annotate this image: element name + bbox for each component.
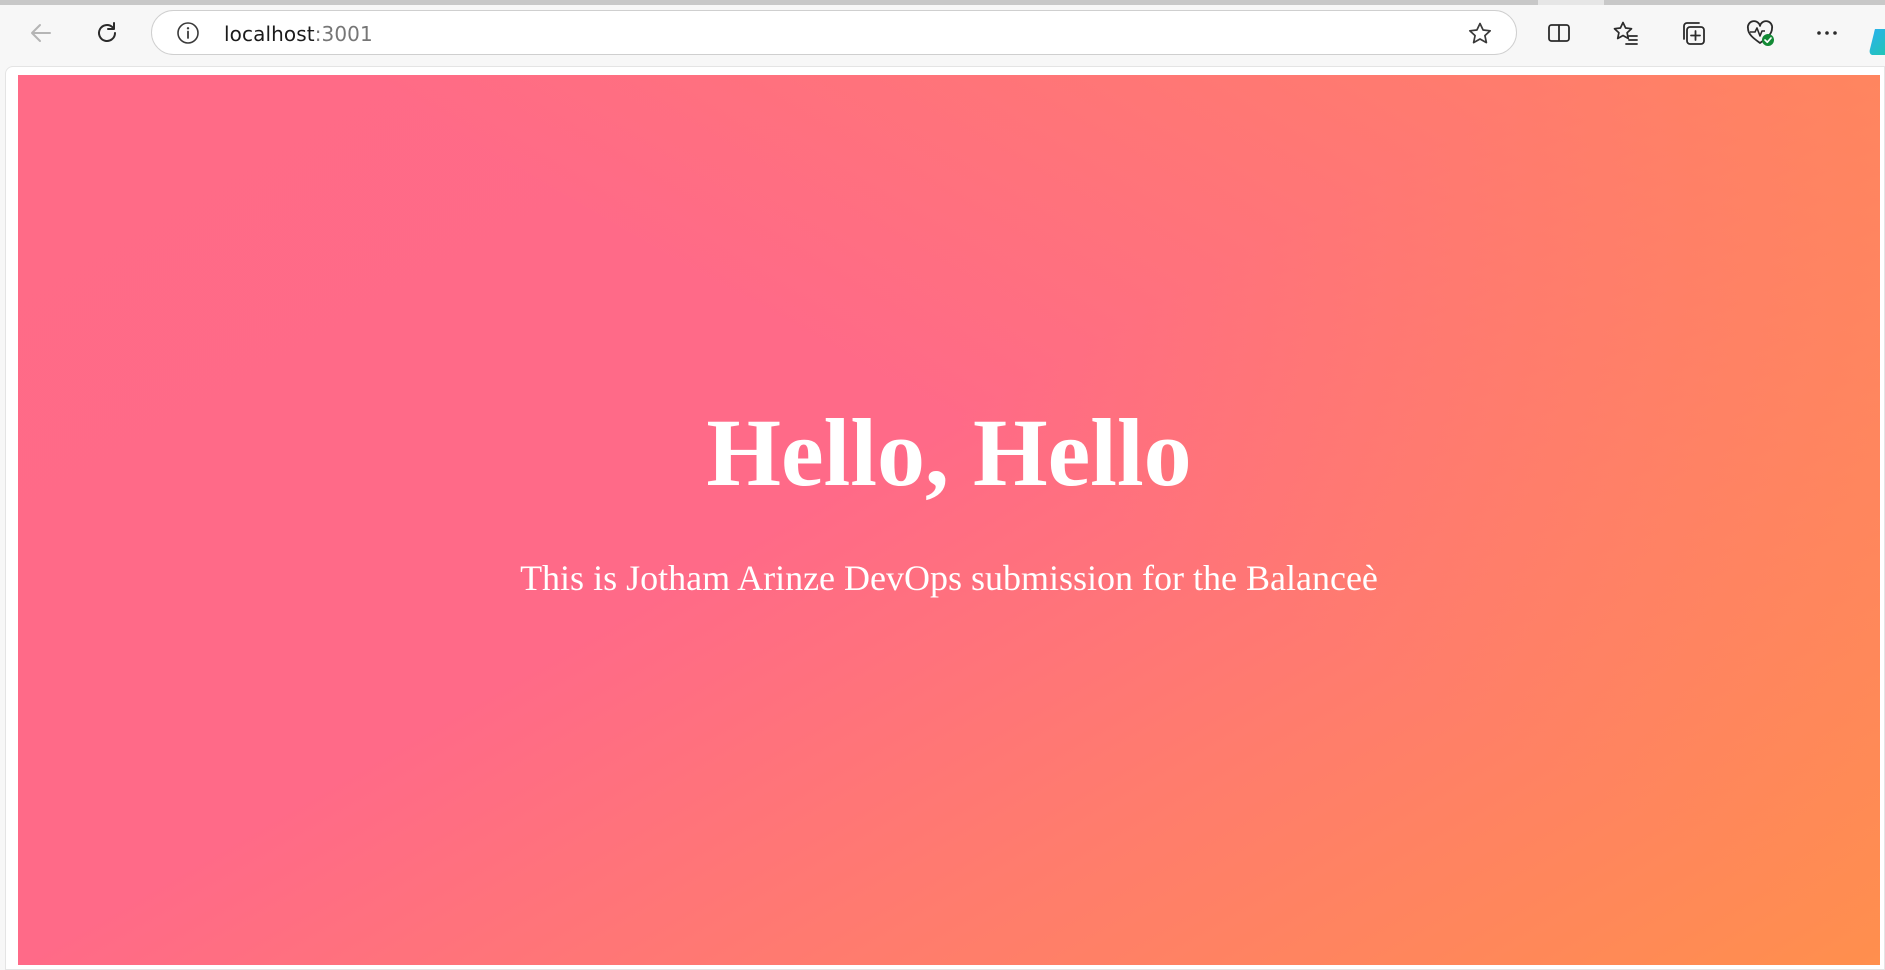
url-host: localhost: [224, 22, 315, 46]
page-title: Hello, Hello: [706, 399, 1192, 506]
copilot-icon: [1869, 29, 1885, 55]
browser-toolbar: localhost:3001: [0, 5, 1885, 68]
url-port: :3001: [314, 22, 373, 46]
collections-icon: [1683, 22, 1705, 45]
favorites-icon: [1613, 21, 1638, 45]
split-screen-button[interactable]: [1539, 13, 1579, 53]
browser-essentials-button[interactable]: [1740, 13, 1780, 53]
copilot-button[interactable]: [1869, 25, 1885, 57]
url-text[interactable]: localhost:3001: [224, 22, 373, 46]
heart-pulse-icon: [1747, 20, 1774, 46]
star-icon[interactable]: [1466, 20, 1494, 48]
more-icon: [1817, 31, 1837, 35]
more-button[interactable]: [1807, 13, 1847, 53]
favorites-button[interactable]: [1606, 13, 1646, 53]
back-arrow-icon: [31, 24, 51, 42]
back-button[interactable]: [21, 13, 61, 53]
reload-button[interactable]: [87, 13, 127, 53]
background-glow: [18, 75, 1880, 965]
split-screen-icon: [1548, 24, 1570, 42]
collections-button[interactable]: [1673, 13, 1713, 53]
address-bar[interactable]: localhost:3001: [151, 10, 1517, 55]
info-icon[interactable]: [176, 21, 200, 45]
page-subtitle: This is Jotham Arinze DevOps submission …: [520, 558, 1378, 598]
page-background: Hello, Hello This is Jotham Arinze DevOp…: [18, 75, 1880, 965]
reload-icon: [98, 22, 116, 42]
